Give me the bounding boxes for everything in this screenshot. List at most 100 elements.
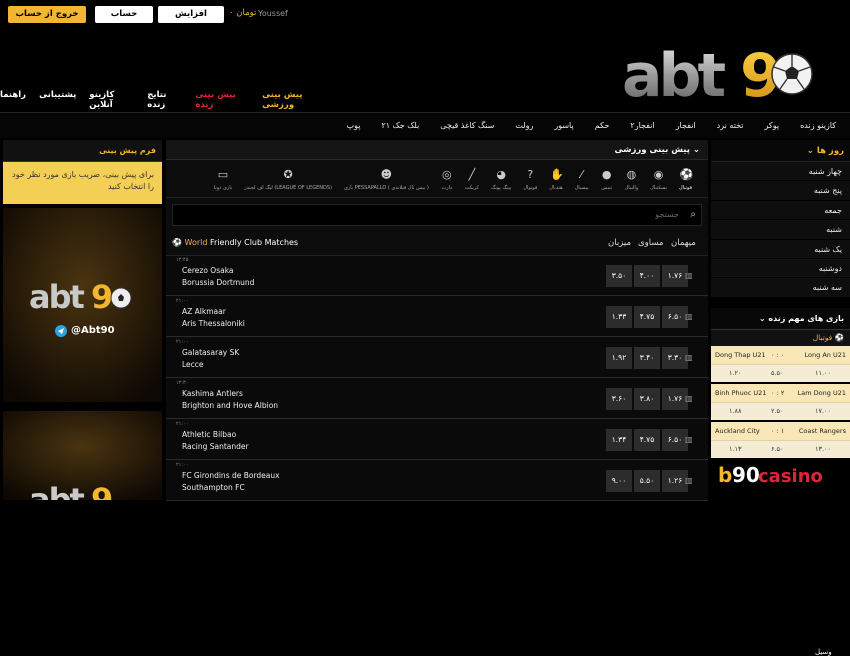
tab-handball[interactable]: ✋ هندبال <box>543 160 568 197</box>
subnav-pasur[interactable]: پاسور <box>554 121 573 130</box>
svg-text:9: 9 <box>91 278 113 316</box>
tab-volleyball[interactable]: ◍ والیبال <box>619 160 645 197</box>
games-nav: پوپ بلک جک ۲۱ سنگ کاغذ قیچی رولت پاسور ح… <box>0 112 850 138</box>
odds-home[interactable]: ۱.۹۲ <box>606 347 632 369</box>
live-match[interactable]: Auckland City ۰ : ۱ Coast Rangers ۱.۱۳ ۶.۵۰… <box>711 422 850 458</box>
league-header: ⚽ World Friendly Club Matches میزبان مسا… <box>166 232 708 256</box>
odds-draw[interactable]: ۳.۴۰ <box>634 347 660 369</box>
match-row: ۱۳:۴۵ Cerezo Osaka Borussia Dortmund ۳.۵… <box>166 256 708 296</box>
day-item[interactable]: جمعه <box>711 200 850 221</box>
subnav-roulette[interactable]: رولت <box>515 121 533 130</box>
sport-tabs: ⚽ فوتبال ◉ بسکتبال ◍ والیبال ● تنیس ⁄ بیسبال … <box>166 160 708 198</box>
day-item[interactable]: چهار شنبه <box>711 162 850 182</box>
tab-lol[interactable]: ✪ لیگ اف لجندز (LEAGUE OF LEGENDS) <box>238 160 338 197</box>
tab-cricket[interactable]: ╱ کریکت <box>459 160 485 197</box>
subnav-hokm[interactable]: حکم <box>595 121 610 130</box>
col-away: میهمان <box>671 238 696 248</box>
live-title: ⌄ بازی های مهم زنده <box>711 308 850 330</box>
tab-pingpong[interactable]: ◕ پینگ پونگ <box>485 160 517 197</box>
league-name[interactable]: ⚽ World Friendly Club Matches <box>172 238 298 247</box>
odds-draw[interactable]: ۳.۸۰ <box>634 388 660 410</box>
svg-text:b: b <box>718 463 732 487</box>
odds-draw[interactable]: ۴.۷۵ <box>634 429 660 451</box>
nav-help[interactable]: راهنما <box>0 90 26 110</box>
subnav-blackjack[interactable]: بلک جک ۲۱ <box>381 121 419 130</box>
account-button[interactable]: حساب کاربری <box>95 6 153 36</box>
search-icon[interactable]: ⌕ <box>690 209 696 220</box>
live-odds[interactable]: ۱۷.۰۰ <box>815 407 831 415</box>
odds-draw[interactable]: ۴.۷۵ <box>634 306 660 328</box>
lol-icon: ✪ <box>283 168 293 181</box>
nav-live-results[interactable]: نتایج زنده <box>147 90 182 110</box>
team-home: AZ Alkmaar <box>182 307 226 316</box>
tab-futsal[interactable]: ? فوتوال <box>517 160 543 197</box>
search-input[interactable]: جستجو <box>655 210 679 219</box>
live-odds[interactable]: ۲.۵۰ <box>771 407 784 415</box>
nav-support[interactable]: پشتیبانی <box>39 90 76 110</box>
promo-handle: @Abt90 <box>71 325 115 336</box>
promo-banner-2[interactable]: abt 9 <box>3 411 162 500</box>
odds-home[interactable]: ۹.۰۰ <box>606 470 632 492</box>
day-item[interactable]: یک شنبه <box>711 239 850 259</box>
live-odds[interactable]: ۶.۵۰ <box>771 445 784 453</box>
match-time: ۲۱:۰۰ <box>176 339 189 345</box>
tab-pesapallo[interactable]: ☻ بازی PESSAPALLO ( بیس بال فنلاندی ) <box>338 160 435 197</box>
stats-icon[interactable]: ▥ <box>685 271 693 280</box>
tab-tennis[interactable]: ● تنیس <box>595 160 619 197</box>
match-row: ۱۳:۳۰ Kashima Antlers Brighton and Hove … <box>166 379 708 419</box>
stats-icon[interactable]: ▥ <box>685 476 693 485</box>
tab-darts[interactable]: ◎ دارت <box>435 160 459 197</box>
live-match[interactable]: Dong Thap U21 ۰ : ۰ Long An U21 ۱.۲۰ ۵.۵۰ ۱۱… <box>711 346 850 382</box>
deposit-button[interactable]: افزایش موجودی <box>158 6 224 36</box>
subnav-pop[interactable]: پوپ <box>347 121 361 130</box>
odds-home[interactable]: ۱.۳۳ <box>606 306 632 328</box>
tennis-icon: ● <box>601 168 612 181</box>
tab-dota[interactable]: ▭ بازی دوتا <box>208 160 238 197</box>
stats-icon[interactable]: ▥ <box>685 394 693 403</box>
odds-home[interactable]: ۳.۵۰ <box>606 265 632 287</box>
subnav-crash2[interactable]: انفجار۲ <box>630 121 654 130</box>
top-bar: خروج از حساب کاربری حساب کاربری افزایش م… <box>0 0 850 36</box>
subnav-live-casino[interactable]: کازینو زنده <box>800 121 836 130</box>
odds-draw[interactable]: ۴.۰۰ <box>634 265 660 287</box>
live-match[interactable]: Binh Phuoc U21 ۰ : ۲ Lam Dong U21 ۱.۸۸ ۲.۵۰… <box>711 384 850 420</box>
nav-online-casino[interactable]: کازینو آنلاین <box>89 90 134 110</box>
subnav-backgammon[interactable]: تخته نرد <box>717 121 744 130</box>
b90casino-watermark: b 90 casino <box>714 460 836 488</box>
odds-draw[interactable]: ۵.۵۰ <box>634 470 660 492</box>
tab-basketball[interactable]: ◉ بسکتبال <box>644 160 673 197</box>
live-odds[interactable]: ۱۳.۰۰ <box>815 445 831 453</box>
live-odds[interactable]: ۱.۲۰ <box>729 369 742 377</box>
day-item[interactable]: شنبه <box>711 220 850 240</box>
odds-home[interactable]: ۱.۳۴ <box>606 429 632 451</box>
stats-icon[interactable]: ▥ <box>685 353 693 362</box>
live-odds[interactable]: ۵.۵۰ <box>771 369 784 377</box>
odds-home[interactable]: ۳.۶۰ <box>606 388 632 410</box>
subnav-crash[interactable]: انفجار <box>676 121 696 130</box>
subnav-poker[interactable]: پوکر <box>765 121 780 130</box>
day-item[interactable]: سه شنبه <box>711 278 850 298</box>
live-sport: فوتبال ⚽ <box>711 330 850 346</box>
tab-soccer[interactable]: ⚽ فوتبال <box>673 160 698 197</box>
site-logo[interactable]: abt 9 <box>622 44 818 106</box>
live-odds[interactable]: ۱.۸۸ <box>729 407 742 415</box>
live-odds[interactable]: ۱.۱۳ <box>729 445 742 453</box>
day-item[interactable]: دوشنبه <box>711 258 850 279</box>
match-search[interactable]: جستجو ⌕ <box>172 204 702 226</box>
panel-title: پیش بینی ورزشی ⌄ <box>166 140 708 160</box>
stats-icon[interactable]: ▥ <box>685 435 693 444</box>
tab-baseball[interactable]: ⁄ بیسبال <box>569 160 595 197</box>
bet-slip-message: برای پیش بینی، ضریب بازی مورد نظر خود را… <box>3 162 162 204</box>
right-column: ⌄ روز ها چهار شنبه پنج شنبه جمعه شنبه یک… <box>711 140 850 656</box>
live-team-b: Lam Dong U21 <box>797 389 846 397</box>
subnav-rps[interactable]: سنگ کاغذ قیچی <box>440 121 494 130</box>
logout-button[interactable]: خروج از حساب کاربری <box>8 6 86 36</box>
live-odds[interactable]: ۱۱.۰۰ <box>815 369 831 377</box>
promo-banner-2-art: abt 9 <box>3 411 162 500</box>
nav-sports-betting[interactable]: پیش بینی ورزشی <box>262 90 328 110</box>
stats-icon[interactable]: ▥ <box>685 312 693 321</box>
promo-banner[interactable]: abt 9 @Abt90 <box>3 208 162 402</box>
match-row: ۲۱:۰۰ AZ Alkmaar Aris Thessaloniki ۱.۳۳ … <box>166 297 708 337</box>
day-item[interactable]: پنج شنبه <box>711 181 850 201</box>
nav-live-betting[interactable]: پیش بینی زنده <box>195 90 249 110</box>
